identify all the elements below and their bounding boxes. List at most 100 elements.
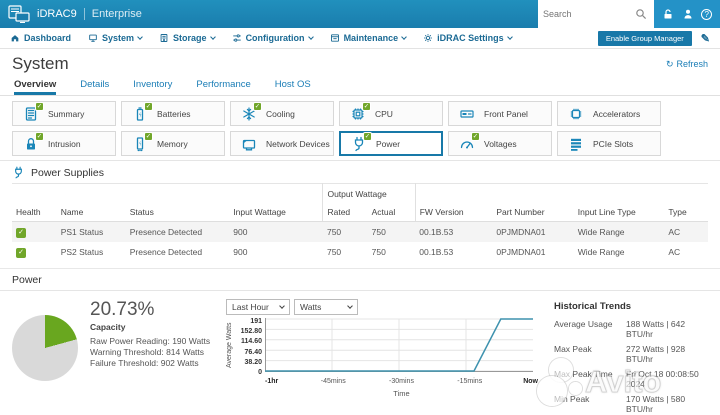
health-ok-icon: ✓ <box>144 131 153 141</box>
tile-network-devices[interactable]: ✓ Network Devices <box>230 131 334 156</box>
tile-voltages[interactable]: ✓ Voltages <box>448 131 552 156</box>
col-input-wattage: Input Wattage <box>229 203 323 222</box>
hist-average-usage: Average Usage 188 Watts | 642 BTU/hr <box>554 319 686 339</box>
power-trend-chart: Last Hour Watts Average Watts 191 152.80… <box>226 299 538 415</box>
accelerator-icon <box>570 108 582 119</box>
home-icon <box>11 35 19 42</box>
refresh-link[interactable]: ↻ Refresh <box>666 59 708 70</box>
tile-cpu[interactable]: ✓ CPU <box>339 101 443 126</box>
chevron-down-icon <box>401 34 407 40</box>
hist-max-peak-time: Max Peak Time Fri Oct 18 00:08:50 2024 <box>554 369 699 389</box>
tile-power[interactable]: ✓ Power <box>339 131 443 156</box>
nav-storage[interactable]: Storage <box>159 33 216 43</box>
capacity-caption: Capacity <box>90 322 126 332</box>
time-range-select[interactable]: Last Hour <box>226 299 290 315</box>
tile-summary[interactable]: ✓ Summary <box>12 101 116 126</box>
chevron-down-icon <box>506 34 513 40</box>
historical-trends: Historical Trends Average Usage 188 Watts… <box>550 299 708 415</box>
brand-edition: Enterprise <box>91 8 142 20</box>
nav-system[interactable]: System <box>88 33 143 43</box>
system-icon <box>89 34 97 42</box>
enable-group-manager-button[interactable]: Enable Group Manager <box>597 30 692 46</box>
tile-intrusion[interactable]: ✓ Intrusion <box>12 131 116 156</box>
tab-details[interactable]: Details <box>80 75 109 95</box>
brand: iDRAC9 Enterprise <box>0 5 538 23</box>
health-ok-icon: ✓ <box>362 101 371 111</box>
raw-power-reading: Raw Power Reading: 190 Watts <box>90 336 211 346</box>
front-panel-icon <box>460 109 474 118</box>
top-icon-group: ? <box>654 0 720 28</box>
search-input[interactable] <box>543 9 635 19</box>
table-row-ps1[interactable]: ✓ PS1 Status Presence Detected 900 750 7… <box>12 221 708 242</box>
nav-maintenance[interactable]: Maintenance <box>330 33 407 43</box>
output-wattage-group-header: Output Wattage <box>322 183 416 203</box>
table-row-ps2[interactable]: ✓ PS2 Status Presence Detected 900 750 7… <box>12 242 708 262</box>
col-health: Health <box>12 203 57 222</box>
top-bar: iDRAC9 Enterprise ? <box>0 0 720 28</box>
nav-configuration[interactable]: Configuration <box>232 33 314 43</box>
search-icon[interactable] <box>635 8 647 20</box>
tile-front-panel[interactable]: ✓ Front Panel <box>448 101 552 126</box>
warning-threshold: Warning Threshold: 814 Watts <box>90 347 205 358</box>
chevron-down-icon <box>279 303 285 309</box>
tile-pcie-slots[interactable]: ✓ PCIe Slots <box>557 131 661 156</box>
storage-icon <box>160 34 168 42</box>
health-ok-icon: ✓ <box>363 131 372 141</box>
col-actual: Actual <box>367 203 416 222</box>
hist-max-peak: Max Peak 272 Watts | 928 BTU/hr <box>554 344 686 364</box>
user-icon[interactable] <box>682 8 694 20</box>
hist-min-peak: Min Peak 170 Watts | 580 BTU/hr <box>554 394 686 414</box>
nav-idrac-settings[interactable]: iDRAC Settings <box>423 33 513 43</box>
col-fw-version: FW Version <box>415 203 493 222</box>
pcie-icon <box>571 138 581 151</box>
power-section-header: Power <box>0 268 720 291</box>
nav-dashboard[interactable]: Dashboard <box>10 33 71 43</box>
health-ok-icon: ✓ <box>35 131 44 141</box>
tab-overview[interactable]: Overview <box>14 75 57 95</box>
pencil-icon[interactable]: ✎ <box>701 32 710 45</box>
configuration-icon <box>232 34 241 42</box>
capacity-pie-chart <box>12 315 78 381</box>
brand-name: iDRAC9 <box>37 8 77 20</box>
tile-cooling[interactable]: ✓ Cooling <box>230 101 334 126</box>
unlock-icon[interactable] <box>662 8 674 20</box>
col-rated: Rated <box>322 203 368 222</box>
capacity-percent: 20.73% <box>90 299 155 320</box>
col-input-line-type: Input Line Type <box>573 203 665 222</box>
tab-performance[interactable]: Performance <box>196 75 250 95</box>
idrac-logo-icon <box>8 5 30 23</box>
idrac-window: iDRAC9 Enterprise ? Dashb <box>0 0 720 415</box>
col-status: Status <box>125 203 230 222</box>
health-ok-icon: ✓ <box>253 101 262 111</box>
tile-batteries[interactable]: ✓ Batteries <box>121 101 225 126</box>
network-icon <box>242 139 256 150</box>
help-icon[interactable]: ? <box>701 8 713 20</box>
power-supplies-section-header: Power Supplies <box>0 160 720 183</box>
health-ok-icon: ✓ <box>35 101 44 111</box>
trend-line-plot <box>265 318 533 372</box>
tile-memory[interactable]: ✓ Memory <box>121 131 225 156</box>
tab-inventory[interactable]: Inventory <box>133 75 172 95</box>
health-ok-icon: ✓ <box>144 101 153 111</box>
page-title: System <box>12 54 69 73</box>
main-nav: Dashboard System Storage Configuration M… <box>0 28 720 49</box>
health-ok-icon: ✓ <box>16 228 26 238</box>
x-axis-ticks: -1hr -45mins -30mins -15mins Now <box>265 378 538 385</box>
col-name: Name <box>56 203 126 222</box>
search-box[interactable] <box>538 0 654 28</box>
x-axis-label: Time <box>393 389 410 398</box>
maintenance-icon <box>330 34 339 42</box>
failure-threshold: Failure Threshold: 902 Watts <box>90 358 199 369</box>
tab-host-os[interactable]: Host OS <box>275 75 311 95</box>
plug-icon <box>15 166 22 179</box>
chevron-down-icon <box>209 34 216 40</box>
brand-separator <box>83 8 85 20</box>
tile-accelerators[interactable]: ✓ Accelerators <box>557 101 661 126</box>
health-ok-icon: ✓ <box>471 131 480 141</box>
chevron-down-icon <box>137 34 143 40</box>
y-axis-ticks: 191 152.80 114.60 76.40 38.20 0 <box>240 318 262 376</box>
col-type: Type <box>664 203 708 222</box>
health-ok-icon: ✓ <box>16 248 26 258</box>
unit-select[interactable]: Watts <box>294 299 358 315</box>
gear-icon <box>424 34 432 42</box>
